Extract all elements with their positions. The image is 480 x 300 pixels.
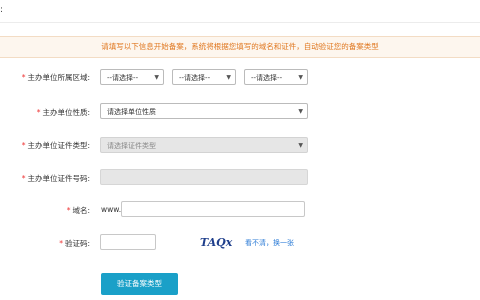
chevron-down-icon: ▼ <box>298 108 303 115</box>
info-notice: 请填写以下信息开始备案，系统将根据您填写的域名和证件，自动验证您的备案类型 <box>0 36 480 58</box>
top-bar: : <box>0 0 480 23</box>
nature-label: * 主办单位性质: <box>36 108 90 117</box>
chevron-down-icon: ▼ <box>298 74 303 81</box>
verify-filing-type-button[interactable]: 验证备案类型 <box>101 273 178 295</box>
domain-input[interactable] <box>121 201 305 217</box>
captcha-input[interactable] <box>100 234 156 250</box>
cert-number-input[interactable] <box>100 169 308 185</box>
district-select[interactable]: --请选择-- ▼ <box>244 69 308 85</box>
domain-prefix: www. <box>101 205 122 214</box>
captcha-refresh-link[interactable]: 看不清，换一张 <box>245 238 294 248</box>
unit-nature-select[interactable]: 请选择单位性质 ▼ <box>100 103 308 119</box>
cert-type-label: * 主办单位证件类型: <box>21 141 90 150</box>
domain-label: * 域名: <box>66 206 90 215</box>
svg-text:TAQx: TAQx <box>200 236 233 249</box>
chevron-down-icon: ▼ <box>154 74 159 81</box>
chevron-down-icon: ▼ <box>226 74 231 81</box>
region-label: * 主办单位所属区域: <box>21 73 90 82</box>
cert-number-label: * 主办单位证件号码: <box>21 174 90 183</box>
cert-type-select[interactable]: 请选择证件类型 ▼ <box>100 137 308 153</box>
city-select[interactable]: --请选择-- ▼ <box>172 69 236 85</box>
top-bar-text: : <box>0 5 4 15</box>
chevron-down-icon: ▼ <box>298 142 303 149</box>
captcha-label: * 验证码: <box>59 239 90 248</box>
province-select[interactable]: --请选择-- ▼ <box>100 69 164 85</box>
captcha-image[interactable]: TAQx <box>198 234 234 250</box>
